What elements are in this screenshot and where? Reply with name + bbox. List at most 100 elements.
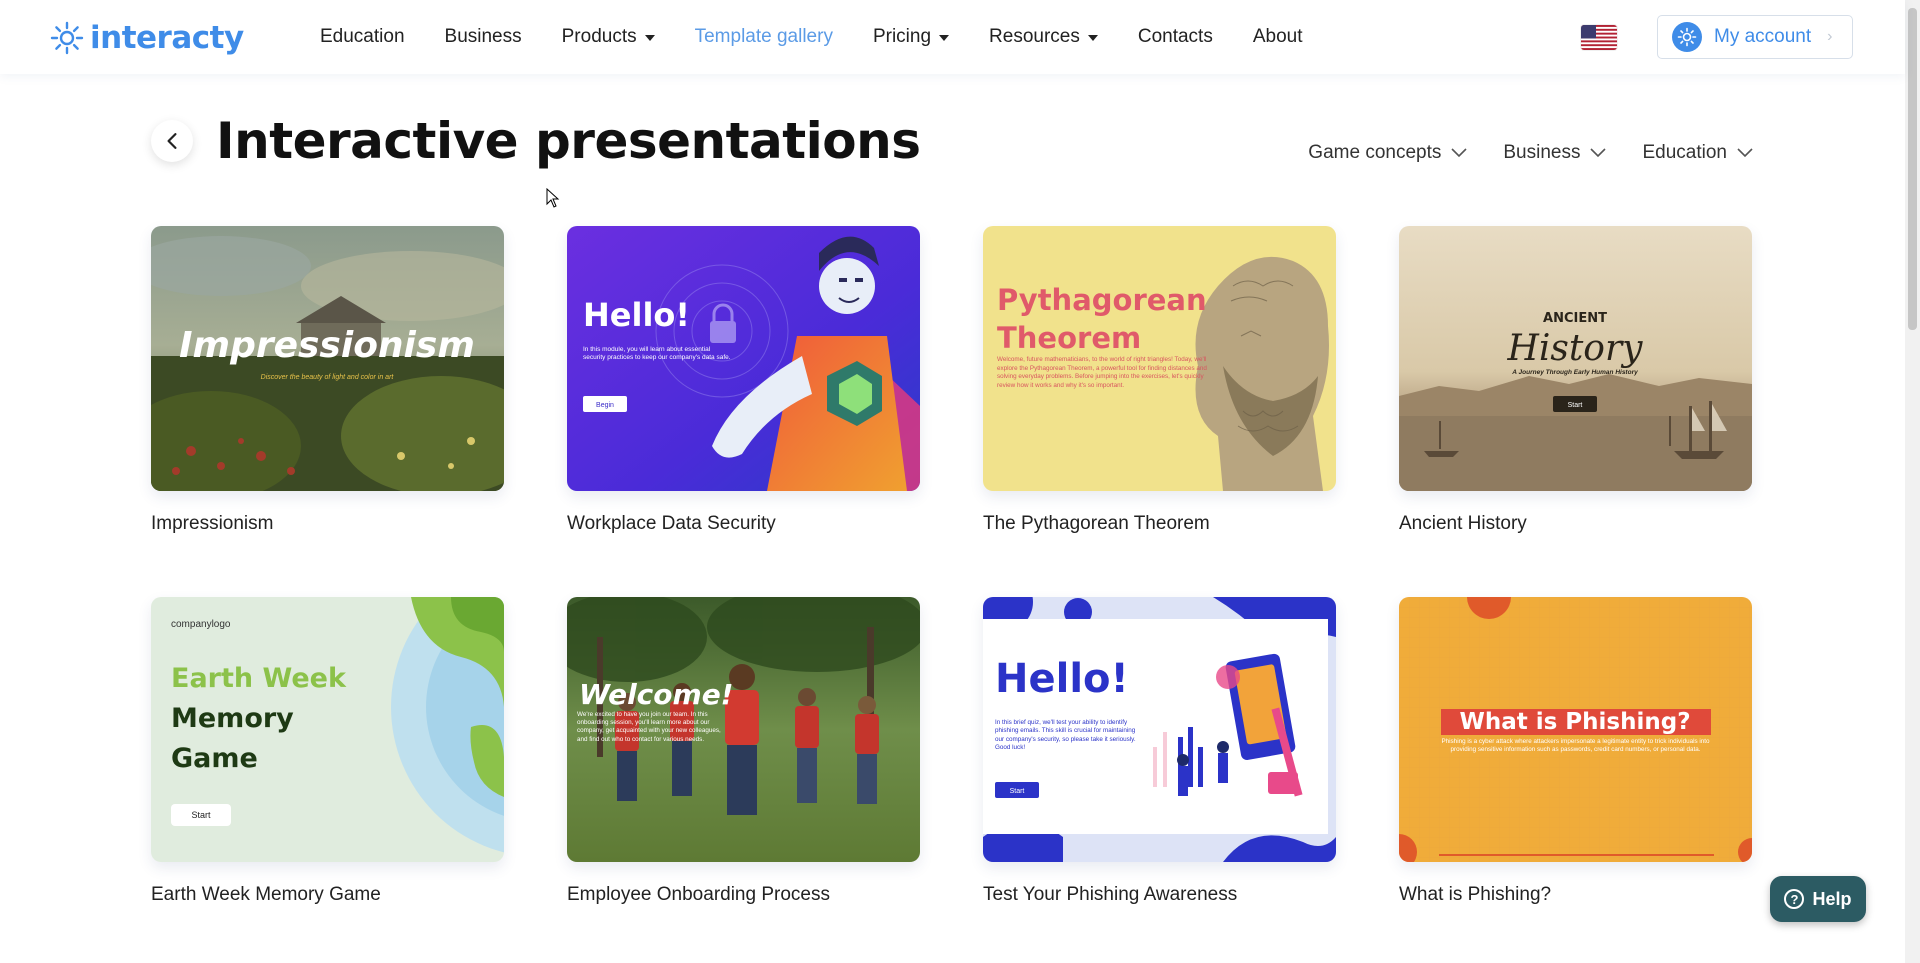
filter-game-concepts[interactable]: Game concepts bbox=[1308, 142, 1467, 164]
help-button[interactable]: ? Help bbox=[1770, 876, 1866, 922]
thumb-body-wrap: We're excited to have you join our team.… bbox=[577, 711, 721, 743]
filter-bar: Game concepts Business Education bbox=[1308, 142, 1753, 164]
chevron-down-icon bbox=[1590, 148, 1607, 158]
thumb-heading-line3: Game bbox=[171, 743, 258, 774]
question-icon: ? bbox=[1784, 889, 1805, 909]
template-thumbnail[interactable]: Pythagorean Theorem Welcome, future math… bbox=[983, 226, 1336, 491]
template-thumbnail[interactable]: Hello! In this module, you will learn ab… bbox=[567, 226, 920, 491]
nav-education[interactable]: Education bbox=[320, 26, 405, 48]
back-button[interactable] bbox=[151, 120, 193, 162]
card-title[interactable]: Employee Onboarding Process bbox=[567, 884, 920, 906]
thumb-body: Phishing is a cyber attack where attacke… bbox=[1441, 738, 1710, 754]
help-label: Help bbox=[1812, 888, 1852, 909]
card-title[interactable]: Ancient History bbox=[1399, 513, 1752, 535]
logo-text: interacty bbox=[90, 20, 244, 56]
template-card-workplace-data-security[interactable]: Hello! In this module, you will learn ab… bbox=[567, 226, 920, 535]
account-label: My account bbox=[1714, 26, 1812, 47]
thumb-body-wrap: Welcome, future mathematicians, to the w… bbox=[997, 356, 1207, 389]
nav-label: Products bbox=[561, 26, 637, 47]
thumb-body-wrap: In this module, you will learn about ess… bbox=[583, 346, 731, 361]
nav-business[interactable]: Business bbox=[445, 26, 522, 48]
nav-pricing[interactable]: Pricing bbox=[872, 26, 950, 48]
nav-label: Education bbox=[320, 26, 405, 47]
interacty-logo[interactable]: interacty bbox=[50, 20, 244, 56]
my-account-button[interactable]: My account › bbox=[1657, 15, 1853, 59]
filter-label: Education bbox=[1642, 142, 1727, 163]
thumb-heading-line2: Memory bbox=[171, 703, 294, 734]
thumb-heading: Hello! bbox=[583, 296, 690, 334]
nav-label: Contacts bbox=[1137, 26, 1213, 47]
nav-template-gallery[interactable]: Template gallery bbox=[695, 26, 833, 48]
card-title[interactable]: Earth Week Memory Game bbox=[151, 884, 504, 906]
template-thumbnail[interactable]: ANCIENT History A Journey Through Early … bbox=[1399, 226, 1752, 491]
template-thumbnail[interactable]: Welcome! We're excited to have you join … bbox=[567, 597, 920, 862]
thumb-button-label: Begin bbox=[596, 402, 614, 409]
template-card-impressionism[interactable]: Impressionism Discover the beauty of lig… bbox=[151, 226, 504, 535]
thumb-heading: Pythagorean bbox=[997, 283, 1207, 317]
template-card-ancient-history[interactable]: ANCIENT History A Journey Through Early … bbox=[1399, 226, 1752, 535]
thumb-body: We're excited to have you join our team.… bbox=[577, 711, 721, 743]
ancient-harbor-painting-image: ANCIENT History A Journey Through Early … bbox=[1399, 226, 1752, 491]
phishing-quiz-illustration: Hello! In this brief quiz, we'll test yo… bbox=[983, 597, 1336, 862]
thumb-button-label: Start bbox=[1568, 402, 1583, 409]
flag-graphic bbox=[1581, 25, 1617, 50]
template-card-phishing-awareness[interactable]: Hello! In this brief quiz, we'll test yo… bbox=[983, 597, 1336, 906]
card-title[interactable]: Workplace Data Security bbox=[567, 513, 920, 535]
template-card-earth-week-memory-game[interactable]: companylogo Earth Week Memory Game Start… bbox=[151, 597, 504, 906]
template-thumbnail[interactable]: What is Phishing? Phishing is a cyber at… bbox=[1399, 597, 1752, 862]
card-title[interactable]: The Pythagorean Theorem bbox=[983, 513, 1336, 535]
thumb-body: Welcome, future mathematicians, to the w… bbox=[997, 356, 1207, 389]
page-scrollbar[interactable] bbox=[1905, 0, 1920, 963]
nav-contacts[interactable]: Contacts bbox=[1138, 26, 1213, 48]
template-card-what-is-phishing[interactable]: What is Phishing? Phishing is a cyber at… bbox=[1399, 597, 1752, 906]
chevron-left-icon bbox=[167, 133, 177, 149]
thumb-heading: What is Phishing? bbox=[1459, 709, 1690, 735]
thumb-heading: History bbox=[1506, 328, 1643, 369]
logo-sun-icon bbox=[50, 21, 84, 55]
nav-label: Pricing bbox=[872, 26, 932, 47]
thumb-heading: Impressionism bbox=[179, 325, 475, 366]
mouse-cursor-icon bbox=[546, 188, 560, 208]
nav-label: About bbox=[1252, 26, 1303, 47]
thumb-body-wrap: Phishing is a cyber attack where attacke… bbox=[1441, 738, 1710, 754]
card-title[interactable]: What is Phishing? bbox=[1399, 884, 1752, 906]
page-title: Interactive presentations bbox=[216, 112, 921, 170]
thumb-heading: Hello! bbox=[995, 656, 1129, 702]
thumb-body-wrap: In this brief quiz, we'll test your abil… bbox=[995, 719, 1136, 752]
thumb-button-label: Start bbox=[191, 810, 211, 820]
thumb-subtitle: Discover the beauty of light and color i… bbox=[261, 374, 395, 381]
template-card-pythagorean-theorem[interactable]: Pythagorean Theorem Welcome, future math… bbox=[983, 226, 1336, 535]
phishing-intro-graphic: What is Phishing? Phishing is a cyber at… bbox=[1399, 597, 1752, 862]
impressionism-painting-image: Impressionism Discover the beauty of lig… bbox=[151, 226, 504, 491]
template-thumbnail[interactable]: companylogo Earth Week Memory Game Start bbox=[151, 597, 504, 862]
filter-label: Business bbox=[1503, 142, 1581, 163]
thumb-company-logo: companylogo bbox=[171, 619, 231, 630]
template-thumbnail[interactable]: Impressionism Discover the beauty of lig… bbox=[151, 226, 504, 491]
thumb-heading: Welcome! bbox=[579, 678, 733, 711]
thumb-button-label: Start bbox=[1010, 788, 1025, 795]
filter-business[interactable]: Business bbox=[1503, 142, 1607, 164]
us-flag-icon[interactable] bbox=[1581, 25, 1617, 50]
card-title[interactable]: Test Your Phishing Awareness bbox=[983, 884, 1336, 906]
caret-down-icon bbox=[644, 34, 655, 41]
pythagoras-bust-image: Pythagorean Theorem Welcome, future math… bbox=[983, 226, 1336, 491]
filter-education[interactable]: Education bbox=[1642, 142, 1753, 164]
template-thumbnail[interactable]: Hello! In this brief quiz, we'll test yo… bbox=[983, 597, 1336, 862]
chevron-right-icon: › bbox=[1827, 28, 1833, 45]
thumb-body: In this brief quiz, we'll test your abil… bbox=[995, 719, 1136, 752]
scrollbar-thumb[interactable] bbox=[1908, 8, 1917, 330]
thumb-kicker: ANCIENT bbox=[1543, 311, 1607, 326]
earth-globe-illustration: companylogo Earth Week Memory Game Start bbox=[151, 597, 504, 862]
card-title[interactable]: Impressionism bbox=[151, 513, 504, 535]
thumb-heading: Earth Week bbox=[171, 663, 347, 694]
thumb-heading-line2: Theorem bbox=[997, 321, 1141, 355]
template-card-employee-onboarding[interactable]: Welcome! We're excited to have you join … bbox=[567, 597, 920, 906]
main-nav: Education Business Products Template gal… bbox=[320, 0, 1343, 74]
nav-label: Template gallery bbox=[694, 26, 833, 47]
nav-about[interactable]: About bbox=[1253, 26, 1303, 48]
team-celebrating-photo: Welcome! We're excited to have you join … bbox=[567, 597, 920, 862]
data-security-illustration: Hello! In this module, you will learn ab… bbox=[567, 226, 920, 491]
nav-resources[interactable]: Resources bbox=[989, 26, 1098, 48]
nav-label: Business bbox=[444, 26, 522, 47]
nav-products[interactable]: Products bbox=[562, 26, 655, 48]
